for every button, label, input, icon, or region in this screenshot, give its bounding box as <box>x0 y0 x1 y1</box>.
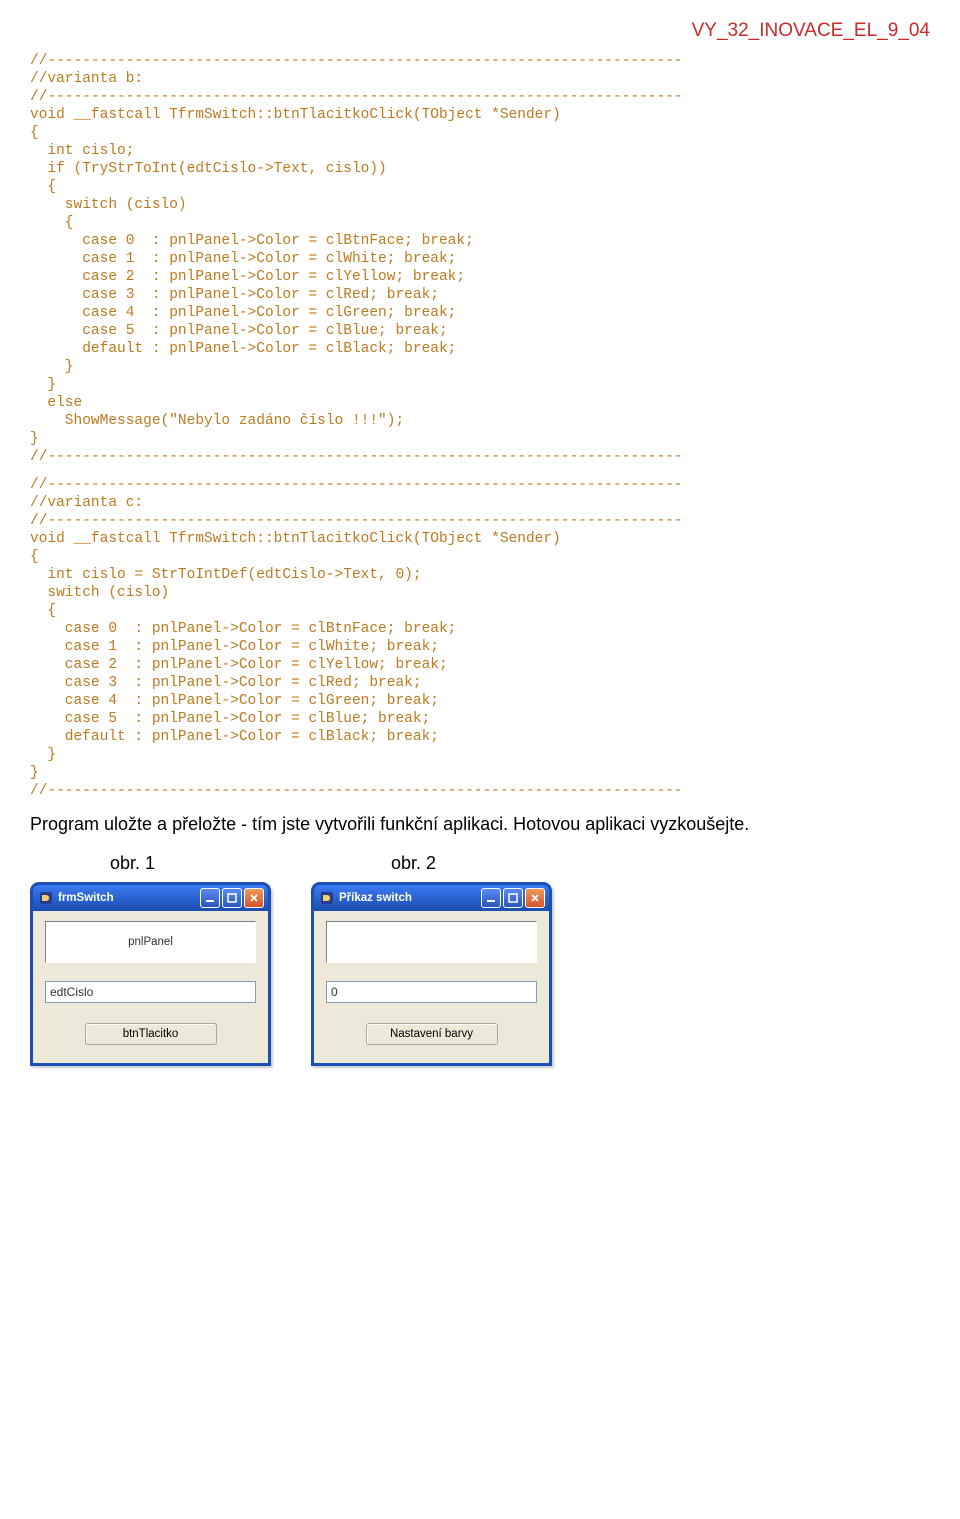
pnlpanel-text: pnlPanel <box>128 936 173 948</box>
client-area: pnlPanel edtCislo btnTlacitko <box>33 911 268 1063</box>
btntlacitko-button[interactable]: btnTlacitko <box>85 1023 217 1045</box>
frmswitch-title: frmSwitch <box>58 892 114 904</box>
edtcislo-input[interactable]: 0 <box>326 981 537 1003</box>
code-variant-c: //--------------------------------------… <box>30 476 930 800</box>
btntlacitko-label: Nastavení barvy <box>390 1028 473 1040</box>
client-area: 0 Nastavení barvy <box>314 911 549 1063</box>
document-id: VY_32_INOVACE_EL_9_04 <box>30 20 930 42</box>
edtcislo-value: 0 <box>331 985 338 999</box>
prikaz-switch-title: Příkaz switch <box>339 892 412 904</box>
btntlacitko-label: btnTlacitko <box>123 1028 179 1040</box>
figure-2: obr. 2 Příkaz switch <box>311 853 552 1066</box>
instruction-paragraph: Program uložte a přeložte - tím jste vyt… <box>30 814 930 835</box>
frmswitch-titlebar[interactable]: frmSwitch <box>33 885 268 911</box>
maximize-button[interactable] <box>222 888 242 908</box>
minimize-button[interactable] <box>200 888 220 908</box>
pnlpanel-output <box>326 921 537 963</box>
figure-2-caption: obr. 2 <box>391 853 436 874</box>
edtcislo-input[interactable]: edtCislo <box>45 981 256 1003</box>
btntlacitko-button[interactable]: Nastavení barvy <box>366 1023 498 1045</box>
maximize-button[interactable] <box>503 888 523 908</box>
figure-1: obr. 1 frmSwitch <box>30 853 271 1066</box>
delphi-app-icon <box>320 891 334 905</box>
close-button[interactable] <box>244 888 264 908</box>
figures-row: obr. 1 frmSwitch <box>30 853 930 1066</box>
prikaz-switch-titlebar[interactable]: Příkaz switch <box>314 885 549 911</box>
code-variant-b: //--------------------------------------… <box>30 52 930 466</box>
minimize-button[interactable] <box>481 888 501 908</box>
close-button[interactable] <box>525 888 545 908</box>
frmswitch-window: frmSwitch pnlPanel edtCislo <box>30 882 271 1066</box>
figure-1-caption: obr. 1 <box>110 853 155 874</box>
delphi-app-icon <box>39 891 53 905</box>
prikaz-switch-window: Příkaz switch 0 <box>311 882 552 1066</box>
pnlpanel-output: pnlPanel <box>45 921 256 963</box>
edtcislo-value: edtCislo <box>50 985 93 999</box>
